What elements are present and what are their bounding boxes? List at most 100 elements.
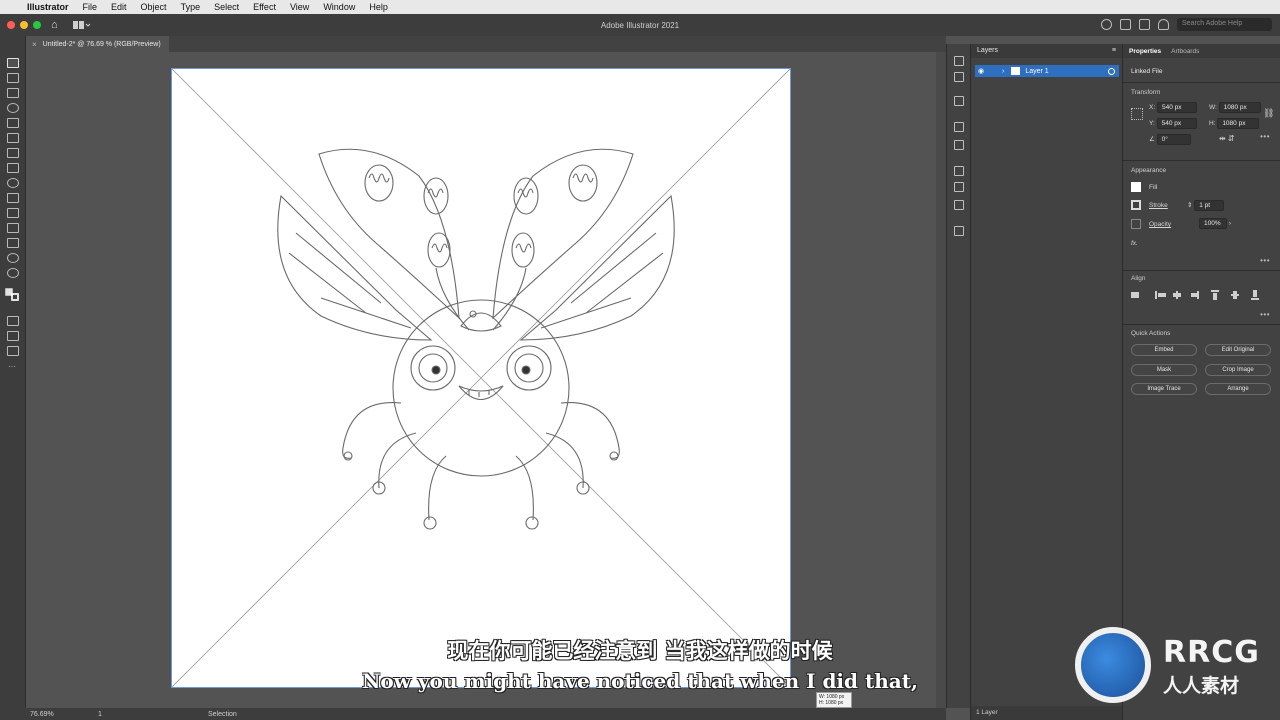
opacity-swatch[interactable] xyxy=(1131,219,1141,229)
grid-tool-icon[interactable] xyxy=(7,118,19,128)
placed-image-ladybug[interactable] xyxy=(171,68,791,688)
opacity-input[interactable]: 100% xyxy=(1199,218,1227,229)
menu-edit[interactable]: Edit xyxy=(104,2,134,12)
ellipse-tool-icon[interactable] xyxy=(7,103,19,113)
hand-tool-icon[interactable] xyxy=(7,253,19,263)
mask-button[interactable]: Mask xyxy=(1131,364,1197,376)
stroke-weight-input[interactable]: 1 pt xyxy=(1194,200,1225,211)
crop-image-button[interactable]: Crop Image xyxy=(1205,364,1271,376)
layers-panel-title[interactable]: Layers xyxy=(977,47,998,55)
user-icon[interactable] xyxy=(1101,19,1112,30)
appearance-panel-icon[interactable] xyxy=(954,182,964,192)
layer-name[interactable]: Layer 1 xyxy=(1025,68,1048,75)
shape-builder-tool-icon[interactable] xyxy=(7,238,19,248)
search-help-input[interactable]: Search Adobe Help xyxy=(1177,18,1272,31)
transform-title: Transform xyxy=(1131,89,1161,96)
current-tool-label[interactable]: Selection xyxy=(208,711,237,718)
touch-icon[interactable] xyxy=(954,96,964,106)
menu-view[interactable]: View xyxy=(283,2,316,12)
blend-tool-icon[interactable] xyxy=(7,223,19,233)
document-tab[interactable]: × Untitled-2* @ 76.69 % (RGB/Preview) xyxy=(26,36,169,52)
opacity-label[interactable]: Opacity xyxy=(1149,221,1171,228)
x-input[interactable]: 540 px xyxy=(1156,102,1197,113)
menu-app[interactable]: Illustrator xyxy=(20,2,76,12)
panel-layout-icon[interactable] xyxy=(1139,19,1150,30)
tab-properties[interactable]: Properties xyxy=(1129,48,1161,55)
more-options-icon[interactable]: ••• xyxy=(1260,132,1270,141)
artboard[interactable] xyxy=(171,68,791,688)
align-icons[interactable] xyxy=(1131,290,1271,300)
embed-button[interactable]: Embed xyxy=(1131,344,1197,356)
image-trace-button[interactable]: Image Trace xyxy=(1131,383,1197,395)
libraries-icon[interactable] xyxy=(954,56,964,66)
rotate-tool-icon[interactable] xyxy=(7,178,19,188)
close-window-button[interactable] xyxy=(7,21,15,29)
arrange-documents-icon[interactable] xyxy=(1120,19,1131,30)
eyedropper-tool-icon[interactable] xyxy=(7,208,19,218)
w-input[interactable]: 1080 px xyxy=(1218,102,1261,113)
app-window: Illustrator File Edit Object Type Select… xyxy=(0,0,1280,720)
window-controls xyxy=(0,21,41,29)
expand-chevron-icon[interactable]: › xyxy=(1002,68,1004,75)
canvas-vertical-scrollbar[interactable] xyxy=(936,52,946,708)
zoom-level[interactable]: 76.69% xyxy=(0,711,54,718)
direct-selection-tool-icon[interactable] xyxy=(7,73,19,83)
draw-mode-icon[interactable] xyxy=(7,331,19,341)
chevron-right-icon[interactable]: › xyxy=(1229,220,1231,227)
fx-button[interactable]: fx. xyxy=(1131,240,1138,247)
align-icon[interactable] xyxy=(954,140,964,150)
assets-icon[interactable] xyxy=(954,72,964,82)
layer-row-layer-1[interactable]: ◉ › Layer 1 xyxy=(975,65,1119,77)
home-icon[interactable]: ⌂ xyxy=(51,19,65,31)
menu-help[interactable]: Help xyxy=(362,2,395,12)
fill-label: Fill xyxy=(1149,184,1158,191)
discover-icon[interactable] xyxy=(1158,19,1169,30)
pathfinder-icon[interactable] xyxy=(954,122,964,132)
scissors-tool-icon[interactable] xyxy=(7,133,19,143)
rotate-input[interactable]: 0° xyxy=(1156,134,1191,145)
menu-effect[interactable]: Effect xyxy=(246,2,283,12)
fill-swatch[interactable] xyxy=(1131,182,1141,192)
y-input[interactable]: 540 px xyxy=(1156,118,1197,129)
close-tab-icon[interactable]: × xyxy=(32,40,37,49)
arrange-button[interactable]: Arrange xyxy=(1205,383,1271,395)
screen-mode-icon[interactable] xyxy=(7,346,19,356)
zoom-tool-icon[interactable] xyxy=(7,268,19,278)
canvas-area[interactable] xyxy=(26,52,946,708)
symbols-icon[interactable] xyxy=(954,226,964,236)
panel-menu-icon[interactable]: ≡ xyxy=(1112,47,1116,55)
artboard-number[interactable]: 1 xyxy=(98,711,138,718)
stroke-swatch[interactable] xyxy=(1131,200,1141,210)
tab-artboards[interactable]: Artboards xyxy=(1171,48,1199,55)
transform-panel-icon[interactable] xyxy=(954,166,964,176)
edit-original-button[interactable]: Edit Original xyxy=(1205,344,1271,356)
visibility-eye-icon[interactable]: ◉ xyxy=(978,67,988,75)
graphic-styles-icon[interactable] xyxy=(954,200,964,210)
workspace-switcher-icon[interactable] xyxy=(73,20,91,30)
stepper-icon[interactable]: ⇕ xyxy=(1187,202,1192,209)
menu-file[interactable]: File xyxy=(76,2,105,12)
collapsed-panels-column xyxy=(946,44,970,708)
stroke-swatch-icon[interactable] xyxy=(11,293,19,301)
minimize-window-button[interactable] xyxy=(20,21,28,29)
eraser-tool-icon[interactable] xyxy=(7,163,19,173)
reference-point-icon[interactable] xyxy=(1131,108,1143,120)
menu-type[interactable]: Type xyxy=(174,2,208,12)
color-mode-icon[interactable] xyxy=(7,316,19,326)
menu-select[interactable]: Select xyxy=(207,2,246,12)
menu-window[interactable]: Window xyxy=(316,2,362,12)
pen-tool-icon[interactable] xyxy=(7,88,19,98)
menu-object[interactable]: Object xyxy=(134,2,174,12)
zoom-window-button[interactable] xyxy=(33,21,41,29)
layer-target-icon[interactable] xyxy=(1108,67,1115,75)
selection-tool-icon[interactable] xyxy=(7,58,19,68)
h-input[interactable]: 1080 px xyxy=(1217,118,1260,129)
stroke-label[interactable]: Stroke xyxy=(1149,202,1168,209)
more-options-icon[interactable]: ••• xyxy=(1260,310,1270,319)
more-options-icon[interactable]: ••• xyxy=(1260,256,1270,265)
free-transform-tool-icon[interactable] xyxy=(7,193,19,203)
constrain-proportions-icon[interactable]: ⛓ xyxy=(1263,108,1274,119)
pencil-tool-icon[interactable] xyxy=(7,148,19,158)
edit-toolbar-icon[interactable]: ··· xyxy=(8,362,16,371)
flip-icons[interactable]: ⇹ ⇵ xyxy=(1219,134,1235,143)
